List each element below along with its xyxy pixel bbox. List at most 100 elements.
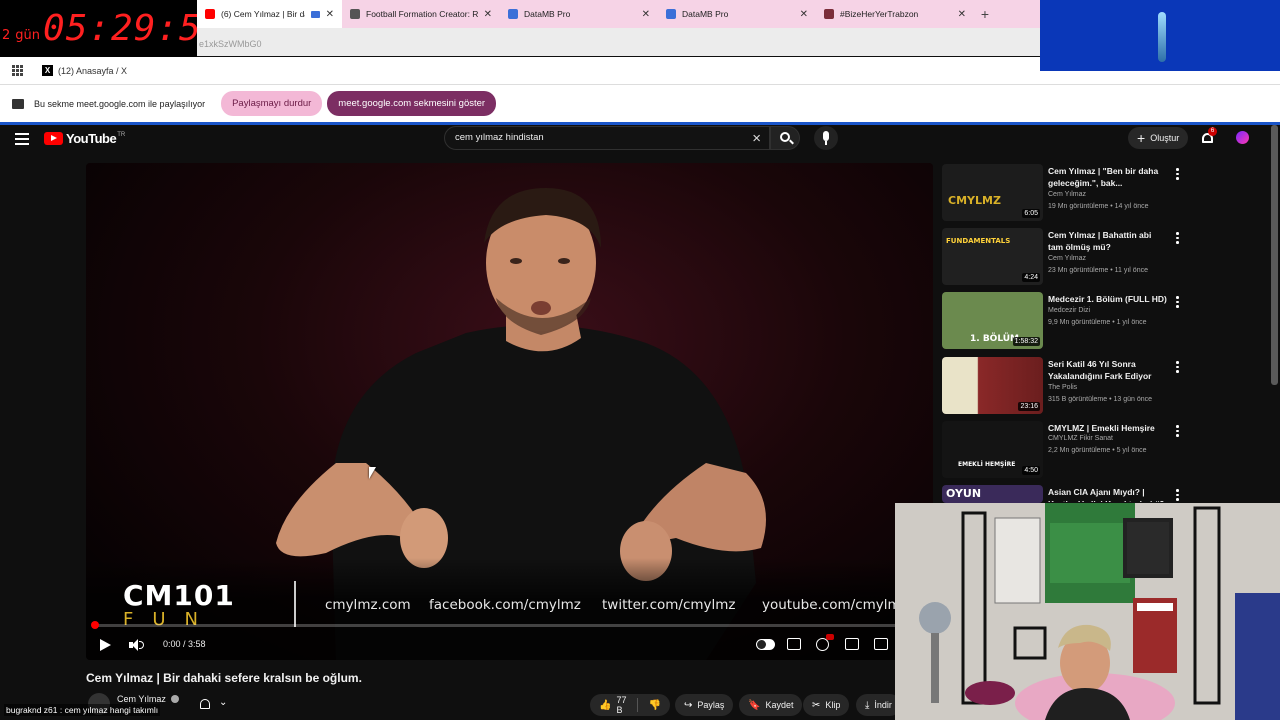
channel-name[interactable]: Cem Yılmaz	[117, 694, 166, 704]
tab-close-icon[interactable]: ✕	[800, 9, 808, 20]
recommendation-thumbnail[interactable]: OYUN	[942, 485, 1043, 503]
recommendation-item[interactable]: CMYLMZ 6:05 Cem Yılmaz | "Ben bir daha g…	[942, 164, 1182, 224]
more-options-icon[interactable]	[1176, 489, 1179, 503]
save-button[interactable]: 🔖 Kaydet	[739, 694, 803, 716]
more-options-icon[interactable]	[1176, 168, 1179, 182]
miniplayer-icon[interactable]	[845, 638, 859, 650]
youtube-logo[interactable]: YouTube TR	[44, 131, 125, 146]
clip-label: Klip	[825, 700, 841, 710]
recommendation-thumbnail[interactable]: FUNDAMENTALS 4:24	[942, 228, 1043, 285]
youtube-wordmark: YouTube	[66, 131, 117, 146]
recommendation-title[interactable]: Seri Katil 46 Yıl Sonra Yakalandığını Fa…	[1048, 358, 1168, 382]
create-button[interactable]: + Oluştur	[1128, 127, 1189, 149]
more-options-icon[interactable]	[1176, 296, 1179, 310]
thumbnail-caption: OYUN	[946, 487, 982, 500]
recommendation-channel[interactable]: Medcezir Dizi	[1048, 307, 1090, 314]
show-meet-tab-button[interactable]: meet.google.com sekmesini göster	[327, 91, 497, 116]
tab-title: Football Formation Creator: Re	[366, 9, 478, 19]
recommendation-thumbnail[interactable]: 23:16	[942, 357, 1043, 414]
play-icon[interactable]	[100, 639, 111, 651]
browser-tab[interactable]: DataMB Pro ✕	[500, 0, 658, 28]
recommendation-channel[interactable]: Cem Yılmaz	[1048, 255, 1086, 262]
browser-tab[interactable]: #BizeHerYerTrabzon ✕	[816, 0, 974, 28]
stop-sharing-button[interactable]: Paylaşmayı durdur	[221, 91, 323, 116]
recommendation-title[interactable]: Asian CIA Ajanı Mıydı? | Kurtlar Vadisi …	[1048, 486, 1168, 502]
recommendation-item[interactable]: 1. BÖLÜM 1:58:32 Medcezir 1. Bölüm (FULL…	[942, 292, 1182, 352]
recommendation-item[interactable]: 23:16 Seri Katil 46 Yıl Sonra Yakalandığ…	[942, 357, 1182, 417]
youtube-favicon-icon	[205, 9, 215, 19]
more-options-icon[interactable]	[1176, 425, 1179, 439]
webcam-scene	[895, 503, 1280, 720]
recommendation-title[interactable]: Cem Yılmaz | "Ben bir daha geleceğim.", …	[1048, 165, 1168, 189]
search-input[interactable]	[455, 132, 735, 143]
share-button[interactable]: ↪ Paylaş	[675, 694, 734, 716]
recommendation-title[interactable]: CMYLMZ | Emekli Hemşire	[1048, 422, 1168, 434]
search-button[interactable]	[770, 126, 800, 150]
thumbnail-caption: CMYLMZ	[948, 194, 1001, 207]
hamburger-menu-icon[interactable]	[15, 133, 29, 145]
chevron-down-icon[interactable]: ⌄	[219, 697, 227, 708]
sharing-message: Bu sekme meet.google.com ile paylaşılıyo…	[34, 98, 206, 109]
stream-blue-overlay	[1040, 0, 1280, 71]
video-player[interactable]: CM101 FUN cmylmz.com facebook.com/cmylmz…	[86, 163, 933, 660]
microphone-icon-stem	[825, 141, 827, 145]
thumbnail-caption: FUNDAMENTALS	[946, 237, 1011, 245]
duration-badge: 23:16	[1018, 402, 1040, 411]
progress-scrubber-handle[interactable]	[91, 621, 99, 629]
tab-close-icon[interactable]: ✕	[484, 9, 492, 20]
recommendation-meta: 2,2 Mn görüntüleme • 5 yıl önce	[1048, 447, 1147, 454]
tab-close-icon[interactable]: ✕	[642, 9, 650, 20]
volume-icon[interactable]	[129, 639, 144, 651]
recommendation-thumbnail[interactable]: CMYLMZ 6:05	[942, 164, 1043, 221]
notifications-button[interactable]: 6	[1201, 127, 1217, 145]
tab-title: DataMB Pro	[682, 9, 729, 19]
address-bar[interactable]: e1xkSzWMbG0	[197, 28, 1040, 56]
clip-button[interactable]: ✂ Klip	[803, 694, 850, 716]
recommendation-channel[interactable]: CMYLMZ Fikir Sanat	[1048, 435, 1113, 442]
account-avatar[interactable]	[1236, 131, 1249, 144]
recommendation-title[interactable]: Medcezir 1. Bölüm (FULL HD)	[1048, 293, 1168, 305]
recommendation-meta: 9,9 Mn görüntüleme • 1 yıl önce	[1048, 319, 1147, 326]
subtitles-icon[interactable]	[787, 638, 801, 650]
bookmark-x-home[interactable]: (12) Anasayfa / X	[58, 66, 127, 76]
theater-mode-icon[interactable]	[874, 638, 888, 650]
more-options-icon[interactable]	[1176, 361, 1179, 375]
browser-tab-active[interactable]: (6) Cem Yılmaz | Bir dahaki ✕	[197, 0, 342, 28]
tab-close-icon[interactable]: ✕	[958, 9, 966, 20]
browser-tab-strip: (6) Cem Yılmaz | Bir dahaki ✕ Football F…	[197, 0, 1040, 28]
apps-grid-icon[interactable]	[12, 64, 24, 77]
new-tab-button[interactable]: +	[974, 6, 996, 22]
browser-tab[interactable]: Football Formation Creator: Re ✕	[342, 0, 500, 28]
recommendation-channel[interactable]: The Polis	[1048, 384, 1077, 391]
mouse-cursor-icon	[369, 467, 376, 479]
thumbnail-caption: 1. BÖLÜM	[970, 334, 1020, 344]
like-count[interactable]: 77 B	[616, 695, 626, 715]
bookmark-icon: 🔖	[748, 699, 761, 711]
share-arrow-icon: ↪	[684, 699, 693, 711]
player-controls: 0:00 / 3:58	[86, 631, 933, 660]
video-progress-bar[interactable]	[94, 624, 925, 627]
voice-search-button[interactable]	[814, 126, 838, 150]
settings-gear-icon[interactable]	[816, 634, 834, 651]
recommendation-title[interactable]: Cem Yılmaz | Bahattin abi tam ölmüş mü?	[1048, 229, 1168, 253]
verified-badge-icon	[171, 695, 179, 703]
video-time: 0:00 / 3:58	[163, 639, 206, 649]
more-options-icon[interactable]	[1176, 232, 1179, 246]
save-label: Kaydet	[765, 700, 794, 710]
create-label: Oluştur	[1150, 133, 1180, 143]
browser-tab[interactable]: DataMB Pro ✕	[658, 0, 816, 28]
recommendation-channel[interactable]: Cem Yılmaz	[1048, 191, 1086, 198]
recommendation-item[interactable]: FUNDAMENTALS 4:24 Cem Yılmaz | Bahattin …	[942, 228, 1182, 288]
like-dislike-group: 👍 77 B 👎	[590, 694, 670, 716]
thumbs-up-icon[interactable]: 👍	[599, 700, 611, 711]
autoplay-toggle[interactable]	[756, 639, 775, 650]
tab-close-icon[interactable]: ✕	[326, 9, 334, 20]
thumbs-down-icon[interactable]: 👎	[649, 700, 661, 711]
recommendation-thumbnail[interactable]: EMEKLİ HEMŞİRE 4:50	[942, 421, 1043, 478]
recommendation-item[interactable]: EMEKLİ HEMŞİRE 4:50 CMYLMZ | Emekli Hemş…	[942, 421, 1182, 481]
subscription-bell-icon[interactable]	[199, 699, 211, 711]
page-scrollbar[interactable]	[1271, 125, 1278, 385]
recommendation-thumbnail[interactable]: 1. BÖLÜM 1:58:32	[942, 292, 1043, 349]
tab-title: (6) Cem Yılmaz | Bir dahaki	[221, 9, 305, 19]
clear-search-icon[interactable]: ×	[752, 130, 761, 147]
